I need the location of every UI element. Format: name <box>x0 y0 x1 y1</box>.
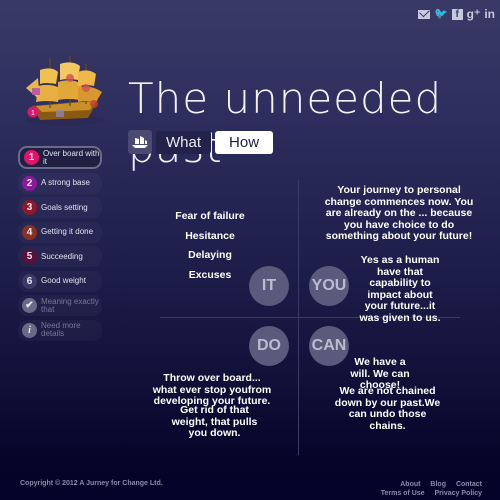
quadrant-grid: Fear of failure Hesitance Delaying Excus… <box>153 180 473 460</box>
step-label: Getting it done <box>41 227 94 236</box>
twitter-icon[interactable]: 🐦 <box>434 8 448 20</box>
badge-you: YOU <box>309 266 349 306</box>
badge-do: DO <box>249 326 289 366</box>
step-details[interactable]: i Need more details <box>18 320 102 341</box>
facebook-icon[interactable]: f <box>451 8 463 20</box>
linkedin-icon[interactable]: in <box>484 8 495 20</box>
step-number: 6 <box>22 273 37 289</box>
social-links: 🐦 f g⁺ in <box>417 8 495 20</box>
step-label: Succeeding <box>41 251 83 261</box>
step-6[interactable]: 6 Good weight <box>18 271 102 292</box>
ship-logo: 1 <box>18 48 113 128</box>
footer-link-contact[interactable]: Contact <box>456 481 482 488</box>
step-number: 5 <box>22 249 37 264</box>
check-icon: ✔ <box>22 298 37 313</box>
quadrant-you-text1: Your journey to personal change commence… <box>324 184 474 242</box>
quadrant-can-text2: We are not chained down by our past.We c… <box>334 385 441 432</box>
mail-icon[interactable] <box>417 10 430 19</box>
ship-icon[interactable] <box>128 130 152 154</box>
step-4[interactable]: 4 Getting it done <box>18 222 102 243</box>
step-label: A strong base <box>41 178 90 187</box>
info-icon: i <box>22 322 37 338</box>
step-label: Meaning exactly that <box>41 296 99 314</box>
badge-it: IT <box>249 266 289 306</box>
step-meaning[interactable]: ✔ Meaning exactly that <box>18 295 102 316</box>
copyright: Copyright © 2012 A Jurney for Change Ltd… <box>20 480 163 487</box>
tab-bar: What How <box>128 130 274 154</box>
step-1[interactable]: 1 Over board with it <box>18 146 102 169</box>
tab-what[interactable]: What <box>156 130 212 154</box>
step-number: 3 <box>22 200 37 215</box>
step-5[interactable]: 5 Succeeding <box>18 246 102 267</box>
step-label: Need more details <box>41 321 81 338</box>
footer-link-blog[interactable]: Blog <box>430 481 446 488</box>
badge-can: CAN <box>309 326 349 366</box>
footer-link-privacy[interactable]: Privacy Policy <box>435 490 482 497</box>
it-item: Delaying <box>188 249 232 261</box>
it-item: Hesitance <box>185 229 235 242</box>
quadrant-do-text2: Get rid of that weight, that pulls you d… <box>171 404 258 439</box>
quadrant-you-text2: Yes as a human have that capability to i… <box>359 254 441 324</box>
it-item: Fear of failure <box>175 210 245 222</box>
quadrant-it-list: Fear of failure Hesitance Delaying Excus… <box>174 210 246 289</box>
footer-links: About Blog Contact Terms of Use Privacy … <box>373 480 482 498</box>
step-number: 2 <box>22 175 37 191</box>
it-item: Excuses <box>188 268 232 281</box>
page-title: The unneeded past <box>128 74 443 172</box>
tab-how[interactable]: How <box>215 130 274 154</box>
footer-link-about[interactable]: About <box>400 481 420 488</box>
step-3[interactable]: 3 Goals setting <box>18 197 102 218</box>
footer-link-terms[interactable]: Terms of Use <box>381 490 425 497</box>
step-label: Good weight <box>41 276 86 285</box>
google-plus-icon[interactable]: g⁺ <box>467 8 481 20</box>
step-number: 4 <box>22 224 37 240</box>
quadrant-do-text1: Throw over board... what ever stop youfr… <box>152 372 272 407</box>
steps-nav: 1 Over board with it 2 A strong base 3 G… <box>18 146 102 344</box>
step-2[interactable]: 2 A strong base <box>18 173 102 194</box>
step-label: Goals setting <box>41 202 88 212</box>
step-label: Over board with it <box>43 148 100 166</box>
step-number: 1 <box>24 150 39 165</box>
svg-text:1: 1 <box>31 110 35 117</box>
